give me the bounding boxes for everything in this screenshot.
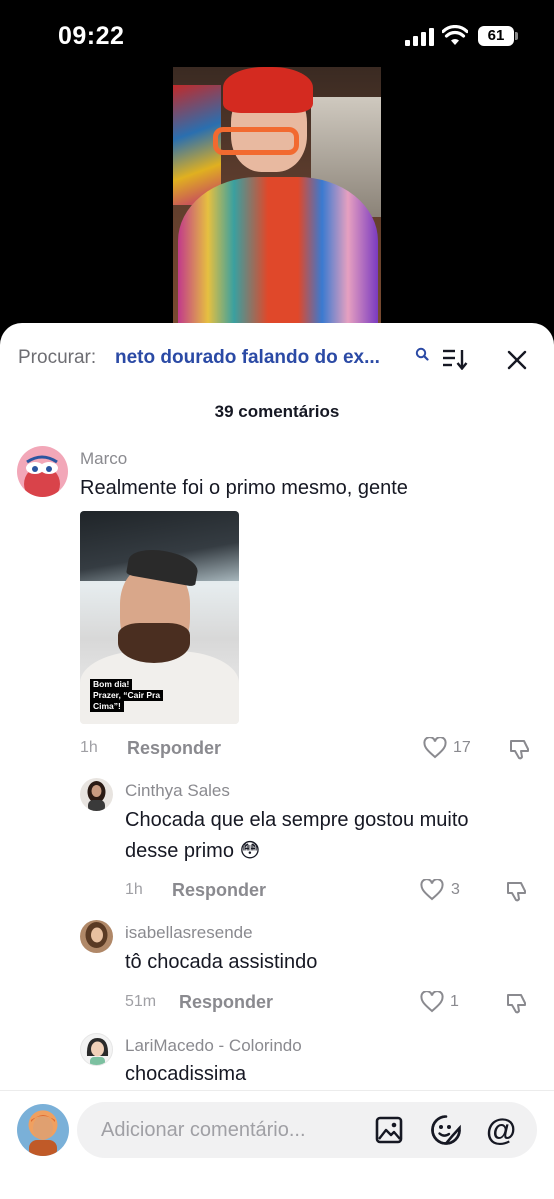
comments-count: 39 comentários [214, 402, 340, 421]
sort-icon[interactable] [442, 348, 468, 370]
avatar-illustration [24, 455, 60, 497]
cellular-signal-icon [405, 28, 435, 46]
sticker-emoji-icon[interactable] [430, 1114, 462, 1146]
comment-username[interactable]: LariMacedo - Colorindo [125, 1036, 302, 1056]
reply-button[interactable]: Responder [172, 880, 266, 901]
status-time: 09:22 [58, 22, 125, 50]
comment-text: Realmente foi o primo mesmo, gente [80, 477, 408, 499]
comment-username[interactable]: Cinthya Sales [125, 781, 230, 801]
comment-time: 1h [125, 881, 143, 898]
avatar[interactable] [80, 778, 113, 811]
search-icon[interactable] [415, 347, 429, 361]
dislike-icon[interactable] [505, 991, 529, 1015]
comment-time: 51m [125, 993, 157, 1010]
dislike-icon[interactable] [508, 737, 532, 761]
comment-input[interactable] [77, 1102, 537, 1158]
search-query-link[interactable]: neto dourado falando do ex... [115, 347, 380, 369]
comment-text: Chocada que ela sempre gostou muito dess… [125, 809, 469, 862]
like-count: 17 [453, 739, 471, 756]
avatar[interactable] [80, 920, 113, 953]
current-user-avatar [17, 1104, 69, 1156]
video-preview[interactable] [173, 67, 381, 329]
comment-username[interactable]: isabellasresende [125, 923, 253, 943]
comment-time: 1h [80, 739, 98, 756]
comment-text: chocadissima [125, 1063, 247, 1085]
close-icon[interactable] [505, 348, 529, 372]
search-prefix: Procurar: [18, 347, 97, 368]
wifi-icon [442, 25, 468, 45]
avatar[interactable] [17, 446, 68, 497]
comment-attachment-image[interactable]: Bom dia! Prazer, “Cair Pra Cima”! [80, 511, 239, 724]
attachment-caption: Bom dia! Prazer, “Cair Pra Cima”! [90, 679, 170, 712]
search-suggestion-row[interactable]: Procurar: neto dourado falando do ex... [18, 345, 538, 375]
like-count: 1 [450, 993, 459, 1010]
heart-icon[interactable] [423, 737, 447, 759]
status-bar: 09:22 61 [0, 0, 554, 70]
reply-button[interactable]: Responder [127, 738, 221, 759]
like-count: 3 [451, 881, 460, 898]
battery-indicator: 61 [478, 26, 518, 46]
mention-icon[interactable]: @ [486, 1112, 516, 1148]
image-icon[interactable] [375, 1116, 403, 1144]
comment-username[interactable]: Marco [80, 449, 127, 469]
heart-icon[interactable] [420, 991, 444, 1013]
reply-button[interactable]: Responder [179, 992, 273, 1013]
dislike-icon[interactable] [505, 879, 529, 903]
avatar[interactable] [80, 1033, 113, 1066]
composer-divider [0, 1090, 554, 1091]
comment-text: tô chocada assistindo [125, 951, 318, 973]
heart-icon[interactable] [420, 879, 444, 901]
